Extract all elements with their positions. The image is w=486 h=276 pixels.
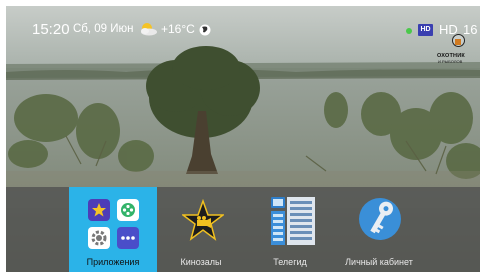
tv-viewport: 15:20 Сб, 09 Июн +16°C HD HD 16 ОХОТНИК … [6, 6, 480, 272]
key-icon [359, 198, 401, 240]
main-menu-bar: Приложения Кинозалы Телегид Личный кабин… [6, 187, 480, 272]
temperature: +16°C [161, 22, 195, 36]
signal-indicator [406, 28, 412, 34]
clock: 15:20 [32, 21, 70, 38]
channel-logo-mark [455, 39, 461, 45]
menu-item-apps-label: Приложения [86, 257, 140, 267]
menu-item-tv-guide[interactable]: Телегид [245, 187, 335, 272]
menu-item-apps[interactable]: Приложения [69, 187, 157, 272]
partly-cloudy-icon [141, 23, 157, 36]
menu-item-tv-guide-label: Телегид [273, 257, 307, 267]
status-bar: 15:20 Сб, 09 Июн +16°C HD HD 16 ОХОТНИК … [6, 6, 480, 64]
menu-item-cinemas-label: Кинозалы [180, 257, 222, 267]
film-reel-icon [117, 199, 139, 221]
hd-badge: HD [418, 24, 433, 36]
star-icon [88, 199, 110, 221]
tv-screen: 15:20 Сб, 09 Июн +16°C HD HD 16 ОХОТНИК … [0, 0, 486, 276]
date: Сб, 09 Июн [73, 23, 134, 35]
gear-icon [88, 227, 110, 249]
more-dots-icon [117, 227, 139, 249]
menu-item-account[interactable]: Личный кабинет [335, 187, 423, 272]
menu-item-cinemas[interactable]: Кинозалы [157, 187, 245, 272]
globe-icon [199, 24, 211, 36]
tv-guide-icon [271, 197, 315, 245]
movie-star-icon [182, 199, 224, 241]
menu-item-account-label: Личный кабинет [345, 257, 413, 267]
channel-logo-subtitle: И РЫБОЛОВ [438, 59, 463, 64]
channel-number: 16 [463, 22, 478, 37]
